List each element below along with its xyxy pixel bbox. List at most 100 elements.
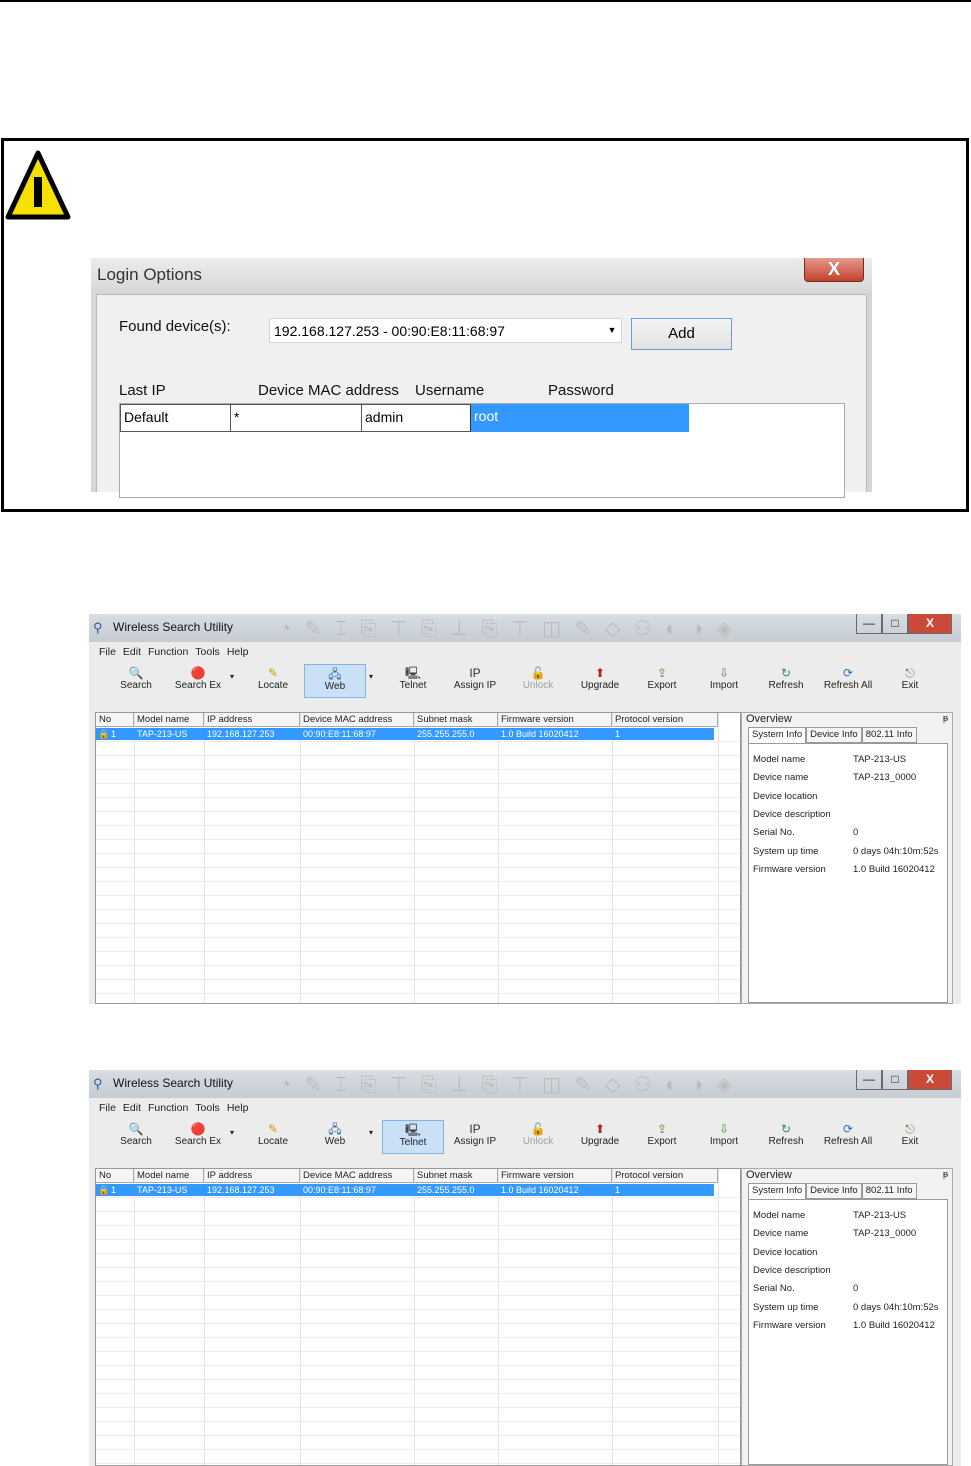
maximize-icon[interactable]: □ bbox=[882, 614, 908, 634]
wireless-search-window-telnet: ⚲ Wireless Search Utility ◔ ✎ ⌶ ⎘ ⊤ ⎘ ⊥ ⎘ … bbox=[89, 1070, 961, 1466]
cell-username[interactable]: admin bbox=[361, 404, 472, 432]
add-button[interactable]: Add bbox=[631, 318, 732, 350]
info-key: Model name bbox=[753, 754, 806, 765]
chevron-down-icon[interactable]: ▼ bbox=[603, 319, 621, 342]
menu-item-file[interactable]: File bbox=[99, 1102, 116, 1114]
exit-label: Exit bbox=[901, 1136, 919, 1147]
refresh-button[interactable]: ↻ Refresh bbox=[755, 664, 817, 698]
menu-item-help[interactable]: Help bbox=[227, 646, 249, 658]
minimize-icon[interactable]: — bbox=[856, 1070, 882, 1090]
export-button[interactable]: ⇪ Export bbox=[631, 1120, 693, 1154]
col-header-6[interactable]: Protocol version bbox=[612, 1169, 718, 1183]
col-header-5[interactable]: Firmware version bbox=[498, 1169, 612, 1183]
locate-icon: ✎ bbox=[267, 1122, 279, 1136]
assign-ip-button[interactable]: IP Assign IP bbox=[444, 1120, 506, 1154]
tab-802-11-info[interactable]: 802.11 Info bbox=[861, 727, 917, 743]
tab-system-info[interactable]: System Info bbox=[748, 727, 807, 743]
col-header-1[interactable]: Model name bbox=[134, 713, 204, 727]
telnet-icon: 🖳 bbox=[404, 1123, 421, 1137]
col-header-4[interactable]: Subnet mask bbox=[414, 713, 498, 727]
telnet-icon: 🖳 bbox=[404, 666, 421, 680]
row-cell-3: 00:90:E8:11:68:97 bbox=[303, 1185, 376, 1195]
info-value: 0 days 04h:10m:52s bbox=[853, 845, 939, 857]
import-button[interactable]: ⇩ Import bbox=[693, 664, 755, 698]
col-header-0[interactable]: No bbox=[96, 713, 134, 727]
search-ex-button[interactable]: 🔴 Search Ex bbox=[167, 1120, 229, 1154]
table-row[interactable] bbox=[96, 1184, 714, 1196]
menu-item-function[interactable]: Function bbox=[148, 1102, 188, 1114]
search-icon: 🔍 bbox=[128, 1122, 144, 1136]
col-header-1[interactable]: Model name bbox=[134, 1169, 204, 1183]
tab-system-info[interactable]: System Info bbox=[748, 1183, 807, 1199]
upgrade-button[interactable]: ⬆ Upgrade bbox=[569, 664, 631, 698]
close-icon[interactable]: X bbox=[908, 614, 952, 634]
export-button[interactable]: ⇪ Export bbox=[631, 664, 693, 698]
menu-item-help[interactable]: Help bbox=[227, 1102, 249, 1114]
col-header-4[interactable]: Subnet mask bbox=[414, 1169, 498, 1183]
assign-ip-button[interactable]: IP Assign IP bbox=[444, 664, 506, 698]
close-icon[interactable]: X bbox=[908, 1070, 952, 1090]
grid-line bbox=[96, 825, 740, 826]
search-label: Search bbox=[120, 1136, 152, 1147]
menu-item-edit[interactable]: Edit bbox=[123, 1102, 141, 1114]
cell-last-ip[interactable]: Default bbox=[120, 404, 231, 432]
pin-icon[interactable]: ᵽ bbox=[943, 1169, 948, 1179]
table-row[interactable] bbox=[96, 728, 714, 740]
menu-item-file[interactable]: File bbox=[99, 646, 116, 658]
web-dropdown-icon[interactable]: ▾ bbox=[369, 1128, 373, 1137]
search-ex-dropdown-icon[interactable]: ▾ bbox=[230, 1128, 234, 1137]
menu-item-function[interactable]: Function bbox=[148, 646, 188, 658]
grid-col-line bbox=[300, 1169, 301, 1465]
search-ex-button[interactable]: 🔴 Search Ex bbox=[167, 664, 229, 698]
menu-item-tools[interactable]: Tools bbox=[195, 1102, 220, 1114]
exit-button[interactable]: ⎋ Exit bbox=[879, 664, 941, 698]
exit-button[interactable]: ⎋ Exit bbox=[879, 1120, 941, 1154]
telnet-button[interactable]: 🖳 Telnet bbox=[382, 1120, 444, 1154]
col-header-2[interactable]: IP address bbox=[204, 1169, 300, 1183]
unlock-button[interactable]: 🔓 Unlock bbox=[507, 1120, 569, 1154]
tab-device-info[interactable]: Device Info bbox=[806, 727, 862, 743]
locate-button[interactable]: ✎ Locate bbox=[242, 664, 304, 698]
telnet-label: Telnet bbox=[399, 680, 427, 691]
upgrade-label: Upgrade bbox=[580, 680, 620, 691]
grid-line bbox=[96, 741, 740, 742]
col-header-3[interactable]: Device MAC address bbox=[300, 713, 414, 727]
minimize-icon[interactable]: — bbox=[856, 614, 882, 634]
found-devices-select[interactable]: 192.168.127.253 - 00:90:E8:11:68:97 ▼ bbox=[269, 318, 622, 343]
web-button[interactable]: 🖧 Web bbox=[304, 1120, 366, 1154]
unlock-label: Unlock bbox=[522, 680, 554, 691]
tab-device-info[interactable]: Device Info bbox=[806, 1183, 862, 1199]
refresh-button[interactable]: ↻ Refresh bbox=[755, 1120, 817, 1154]
locate-button[interactable]: ✎ Locate bbox=[242, 1120, 304, 1154]
col-header-6[interactable]: Protocol version bbox=[612, 713, 718, 727]
upgrade-button[interactable]: ⬆ Upgrade bbox=[569, 1120, 631, 1154]
col-header-0[interactable]: No bbox=[96, 1169, 134, 1183]
menu-item-edit[interactable]: Edit bbox=[123, 646, 141, 658]
col-header-5[interactable]: Firmware version bbox=[498, 713, 612, 727]
maximize-icon[interactable]: □ bbox=[882, 1070, 908, 1090]
grid-line bbox=[96, 951, 740, 952]
col-header-3[interactable]: Device MAC address bbox=[300, 1169, 414, 1183]
search-button[interactable]: 🔍 Search bbox=[105, 664, 167, 698]
web-button[interactable]: 🖧 Web bbox=[304, 664, 366, 698]
web-dropdown-icon[interactable]: ▾ bbox=[369, 672, 373, 681]
telnet-button[interactable]: 🖳 Telnet bbox=[382, 664, 444, 698]
unlock-button[interactable]: 🔓 Unlock bbox=[507, 664, 569, 698]
search-button[interactable]: 🔍 Search bbox=[105, 1120, 167, 1154]
close-icon[interactable]: X bbox=[804, 258, 864, 282]
info-value: 1.0 Build 16020412 bbox=[853, 863, 935, 875]
grid-line bbox=[96, 937, 740, 938]
grid-line bbox=[96, 1239, 740, 1240]
info-key: Device description bbox=[753, 808, 831, 820]
menu-item-tools[interactable]: Tools bbox=[195, 646, 220, 658]
assign-ip-label: Assign IP bbox=[453, 680, 497, 691]
col-header-2[interactable]: IP address bbox=[204, 713, 300, 727]
tab-802-11-info[interactable]: 802.11 Info bbox=[861, 1183, 917, 1199]
cell-password[interactable]: root bbox=[471, 404, 689, 432]
refresh-all-button[interactable]: ⟳ Refresh All bbox=[817, 1120, 879, 1154]
import-button[interactable]: ⇩ Import bbox=[693, 1120, 755, 1154]
refresh-all-button[interactable]: ⟳ Refresh All bbox=[817, 664, 879, 698]
pin-icon[interactable]: ᵽ bbox=[943, 713, 948, 723]
cell-mac[interactable]: * bbox=[230, 404, 362, 432]
search-ex-dropdown-icon[interactable]: ▾ bbox=[230, 672, 234, 681]
